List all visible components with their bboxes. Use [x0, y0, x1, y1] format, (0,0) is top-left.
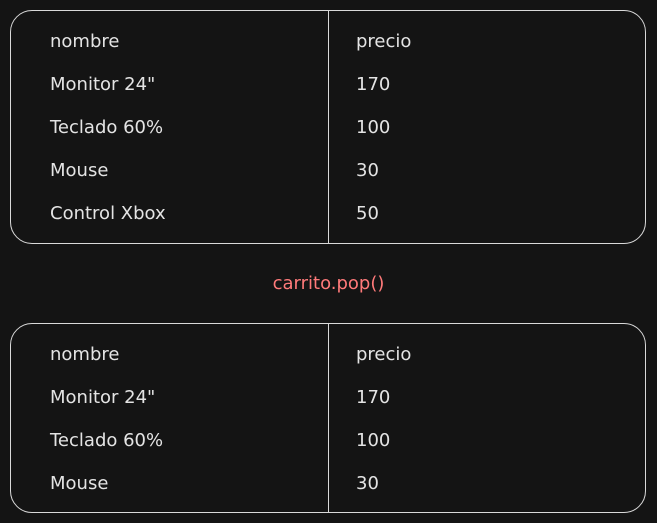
header-name: nombre [50, 31, 120, 52]
item-price: 50 [356, 203, 379, 224]
header-name: nombre [50, 344, 120, 365]
table-row: Monitor 24" 170 [11, 376, 645, 419]
table-row: Mouse 30 [11, 149, 645, 192]
item-name: Monitor 24" [50, 387, 156, 408]
item-price: 100 [356, 117, 391, 138]
table-header-row: nombre precio [11, 333, 645, 376]
table-row: Monitor 24" 170 [11, 63, 645, 106]
item-name: Monitor 24" [50, 74, 156, 95]
header-price: precio [356, 344, 412, 365]
table-row: Mouse 30 [11, 462, 645, 505]
item-price: 30 [356, 160, 379, 181]
cart-table-before: nombre precio Monitor 24" 170 Teclado 60… [10, 10, 646, 244]
header-price: precio [356, 31, 412, 52]
cart-table-after: nombre precio Monitor 24" 170 Teclado 60… [10, 323, 646, 513]
item-name: Mouse [50, 473, 109, 494]
item-price: 170 [356, 74, 391, 95]
item-name: Mouse [50, 160, 109, 181]
item-name: Teclado 60% [50, 430, 164, 451]
table-row: Teclado 60% 100 [11, 419, 645, 462]
item-price: 170 [356, 387, 391, 408]
table-row: Teclado 60% 100 [11, 106, 645, 149]
table-header-row: nombre precio [11, 20, 645, 63]
item-name: Teclado 60% [50, 117, 164, 138]
item-price: 30 [356, 473, 379, 494]
item-price: 100 [356, 430, 391, 451]
item-name: Control Xbox [50, 203, 166, 224]
table-row: Control Xbox 50 [11, 192, 645, 235]
operation-label: carrito.pop() [272, 273, 385, 294]
